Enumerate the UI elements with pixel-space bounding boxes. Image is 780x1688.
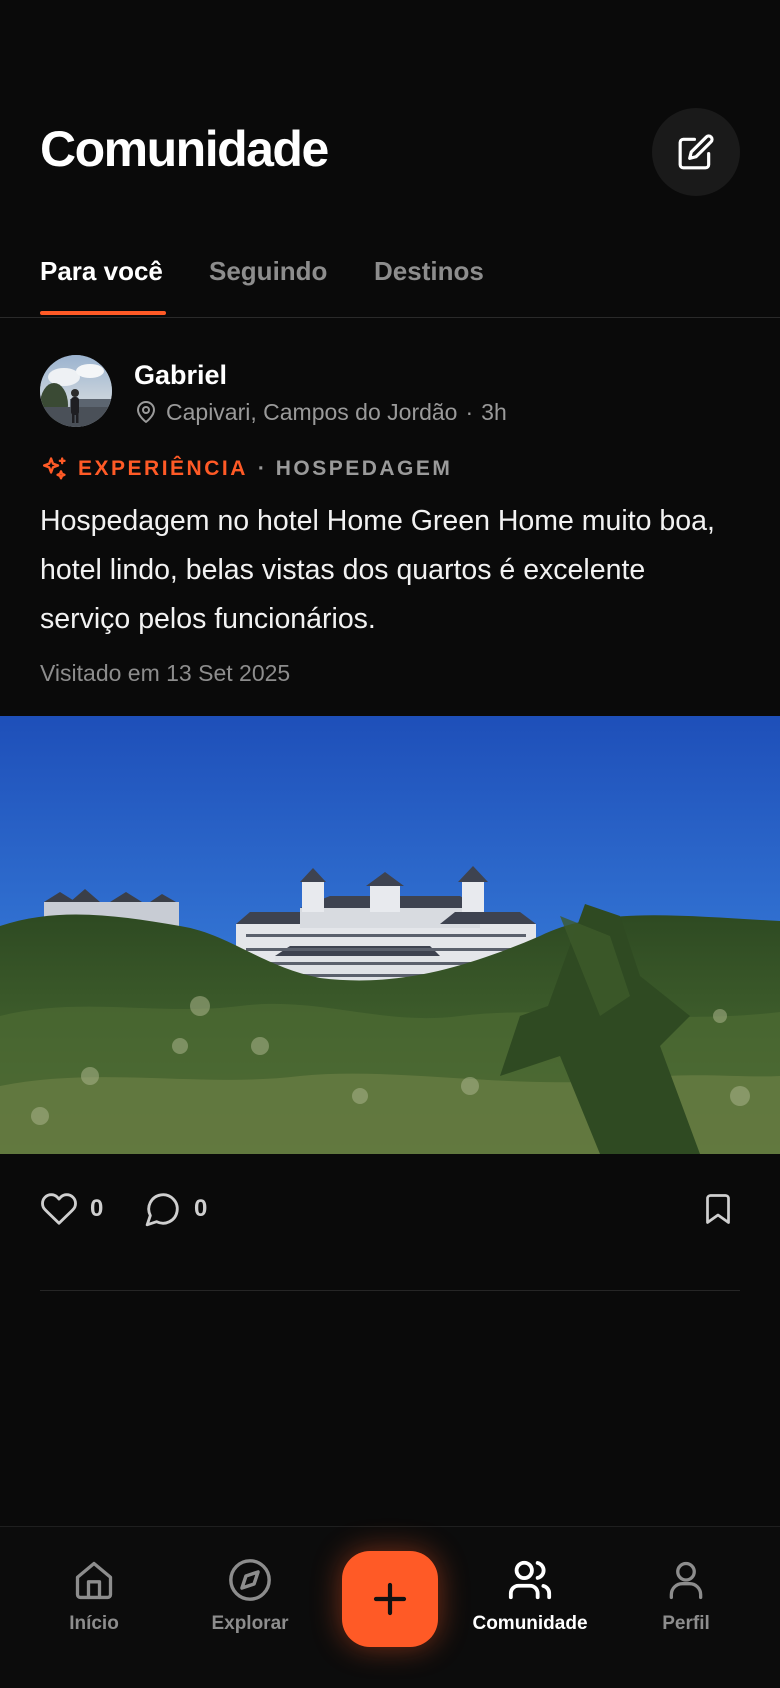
comment-icon	[145, 1193, 179, 1227]
sparkles-icon	[42, 457, 66, 480]
nav-explorar[interactable]: Explorar	[180, 1555, 320, 1635]
tab-para-voce[interactable]: Para você	[40, 256, 163, 287]
compass-icon	[229, 1559, 271, 1601]
nav-label-comunidade: Comunidade	[472, 1613, 588, 1634]
subcategory-tag: · HOSPEDAGEM	[257, 457, 453, 480]
heart-icon	[41, 1193, 77, 1225]
create-post-button[interactable]	[342, 1551, 438, 1647]
map-pin-icon	[137, 401, 155, 423]
post-header: Gabriel Capivari, Campos do Jordão · 3h	[40, 355, 740, 430]
meta-separator: ·	[465, 398, 474, 425]
home-icon	[75, 1561, 113, 1600]
users-icon	[508, 1560, 552, 1600]
author-name[interactable]: Gabriel	[134, 360, 227, 391]
category-tag: EXPERIÊNCIA	[78, 457, 248, 480]
avatar[interactable]	[40, 355, 112, 427]
post-time: 3h	[481, 398, 507, 425]
save-button[interactable]	[700, 1190, 736, 1228]
header: Comunidade	[0, 0, 780, 210]
user-icon	[669, 1561, 703, 1600]
nav-label-explorar: Explorar	[211, 1613, 289, 1634]
comment-button[interactable]: 0	[144, 1190, 207, 1228]
nav-inicio[interactable]: Início	[24, 1555, 164, 1635]
like-count: 0	[90, 1195, 104, 1222]
nav-comunidade[interactable]: Comunidade	[460, 1555, 600, 1635]
visited-date: Visitado em 13 Set 2025	[40, 660, 291, 686]
plus-icon	[373, 1582, 407, 1616]
like-button[interactable]: 0	[40, 1190, 103, 1228]
bottom-nav: Início Explorar Comunidade Perfil	[0, 1526, 780, 1688]
nav-label-perfil: Perfil	[662, 1613, 710, 1634]
tab-destinos[interactable]: Destinos	[374, 256, 484, 287]
post-divider	[40, 1290, 740, 1291]
bookmark-icon	[706, 1194, 730, 1224]
nav-perfil[interactable]: Perfil	[616, 1555, 756, 1635]
location-text[interactable]: Capivari, Campos do Jordão	[166, 399, 457, 426]
edit-icon	[678, 134, 714, 170]
post-body: Hospedagem no hotel Home Green Home muit…	[40, 505, 715, 635]
page-title: Comunidade	[40, 121, 329, 177]
active-tab-indicator	[40, 311, 166, 315]
community-screen: Comunidade Para você Seguindo Destinos G…	[0, 0, 780, 1688]
comment-count: 0	[194, 1195, 208, 1222]
tab-seguindo[interactable]: Seguindo	[209, 256, 327, 287]
feed-tabs: Para você Seguindo Destinos	[0, 240, 780, 318]
post-tags: EXPERIÊNCIA · HOSPEDAGEM	[40, 455, 452, 483]
post-photo[interactable]	[0, 716, 780, 1154]
post-actions: 0 0	[40, 1190, 740, 1234]
new-post-button[interactable]	[652, 108, 740, 196]
nav-label-inicio: Início	[69, 1613, 119, 1634]
post-meta: Capivari, Campos do Jordão · 3h	[134, 397, 507, 427]
